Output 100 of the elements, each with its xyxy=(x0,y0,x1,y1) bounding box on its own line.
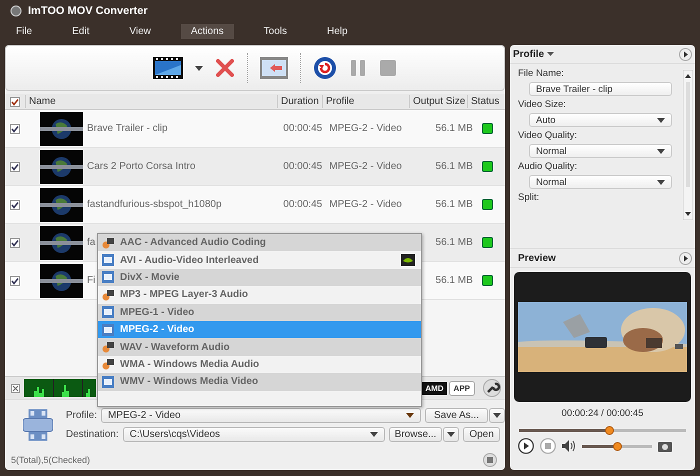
time-display: 00:00:24 / 00:00:45 xyxy=(560,408,644,419)
audio-file-icon xyxy=(102,236,114,249)
close-icon[interactable] xyxy=(215,58,235,78)
caret-icon xyxy=(657,148,665,154)
video-file-icon xyxy=(102,306,114,318)
video-file-icon xyxy=(102,271,114,284)
file-name: Brave Trailer - clip xyxy=(87,123,168,134)
volume-icon[interactable] xyxy=(562,440,576,452)
table-cell-text: 56.1 MB xyxy=(434,199,471,210)
field-label: Profile: xyxy=(66,410,97,421)
column-header[interactable]: Profile xyxy=(322,95,409,108)
menu-item[interactable]: WMV - Windows Media Video xyxy=(98,373,421,391)
video-file-icon xyxy=(102,376,114,388)
slider-thumb[interactable] xyxy=(613,442,622,450)
open-button[interactable]: Open xyxy=(463,427,500,442)
waveform-drawing xyxy=(24,379,96,397)
caret-icon xyxy=(657,180,665,184)
save-as-button[interactable]: Save As... xyxy=(424,408,488,423)
scrollbar[interactable] xyxy=(683,70,693,220)
menu-item[interactable]: Actions xyxy=(180,24,234,38)
row-checkbox[interactable] xyxy=(10,276,20,286)
audio-file-icon xyxy=(102,288,114,301)
menu-item[interactable]: DivX - Movie xyxy=(98,268,421,286)
close-icon[interactable] xyxy=(11,384,20,392)
caret-icon xyxy=(370,432,378,437)
field-label: Video Size: xyxy=(518,99,567,110)
table-cell-text: 00:00:45 xyxy=(283,199,324,210)
panel-title[interactable]: Profile xyxy=(513,48,544,60)
column-header[interactable]: Duration xyxy=(277,95,322,108)
column-header[interactable]: Status xyxy=(467,95,503,108)
table-cell-text: 56.1 MB xyxy=(434,123,471,134)
play-icon[interactable] xyxy=(518,438,534,454)
wrench-icon[interactable] xyxy=(483,379,501,397)
dropdown-button[interactable] xyxy=(489,408,505,423)
select-field[interactable]: Normal xyxy=(529,144,672,158)
table-cell-text: 00:00:45 xyxy=(283,161,324,172)
panel-title: Preview xyxy=(518,252,556,264)
menu-item[interactable]: WMA - Windows Media Audio xyxy=(98,356,421,374)
video-file-icon xyxy=(102,324,114,336)
status-text: 5(Total),5(Checked) xyxy=(11,455,90,465)
caret-icon xyxy=(406,413,414,418)
menu-item[interactable]: Edit xyxy=(62,24,100,38)
column-header[interactable]: Output Size xyxy=(409,95,467,108)
film-icon[interactable] xyxy=(153,57,183,79)
app-badge: APP xyxy=(448,380,475,396)
caret-icon[interactable] xyxy=(195,66,203,70)
row-checkbox[interactable] xyxy=(10,124,20,134)
field-label: Audio Quality: xyxy=(518,161,578,172)
field-label: Destination: xyxy=(66,429,119,440)
profile-dropdown[interactable]: MPEG-2 - Video xyxy=(100,408,421,423)
app-icon xyxy=(10,5,22,17)
menu-item[interactable]: WAV - Waveform Audio xyxy=(98,338,421,356)
field-label: Split: xyxy=(518,192,540,203)
volume-slider[interactable] xyxy=(582,444,652,448)
seek-slider[interactable] xyxy=(519,429,686,432)
menu-item[interactable]: File xyxy=(6,24,42,38)
dropdown-button[interactable] xyxy=(443,427,460,442)
expand-icon[interactable] xyxy=(679,48,692,60)
row-checkbox[interactable] xyxy=(10,162,20,172)
table-cell-text: 56.1 MB xyxy=(434,275,471,286)
slider-thumb[interactable] xyxy=(605,426,614,435)
table-cell-text: 56.1 MB xyxy=(434,161,471,172)
window-title: ImTOO MOV Converter xyxy=(28,5,148,17)
video-file-icon xyxy=(102,254,114,266)
table-cell-text: MPEG-2 - Video xyxy=(329,123,403,134)
select-field[interactable]: Normal xyxy=(529,175,672,189)
convert-icon[interactable] xyxy=(313,56,337,80)
browse-button[interactable]: Browse... xyxy=(388,427,442,442)
audio-file-icon xyxy=(102,341,114,354)
menu-item[interactable]: View xyxy=(119,24,161,38)
destination-field[interactable]: C:\Users\cqs\Videos xyxy=(122,427,385,442)
menu-item[interactable]: MP3 - MPEG Layer-3 Audio xyxy=(98,286,421,304)
file-name: Fi xyxy=(87,275,96,286)
row-checkbox[interactable] xyxy=(10,238,20,248)
menu-item[interactable]: AVI - Audio-Video Interleaved xyxy=(98,251,421,269)
expand-icon[interactable] xyxy=(679,252,692,264)
row-checkbox[interactable] xyxy=(10,200,20,210)
table-cell-text: MPEG-2 - Video xyxy=(329,161,403,172)
caret-icon xyxy=(657,118,665,122)
menu-item[interactable]: MPEG-1 - Video xyxy=(98,304,421,321)
select-all-checkbox[interactable] xyxy=(10,96,20,106)
caret-icon xyxy=(447,432,456,437)
file-name: fastandfurious-sbspot_h1080p xyxy=(87,199,222,210)
field-label: File Name: xyxy=(518,68,565,79)
caret-icon[interactable] xyxy=(547,52,554,56)
table-cell-text: 00:00:45 xyxy=(283,123,324,134)
file-name-field[interactable]: Brave Trailer - clip xyxy=(529,82,672,96)
log-icon[interactable] xyxy=(483,453,497,467)
menu-item[interactable]: AAC - Advanced Audio Coding xyxy=(98,234,421,252)
select-field[interactable]: Auto xyxy=(529,113,672,127)
field-label: Video Quality: xyxy=(518,130,578,141)
snapshot-icon[interactable] xyxy=(658,440,672,452)
column-header[interactable]: Name xyxy=(25,95,277,108)
menu-item[interactable]: Help xyxy=(317,24,358,38)
caret-icon xyxy=(493,413,501,418)
audio-file-icon xyxy=(102,358,114,370)
menu-item[interactable]: Tools xyxy=(254,24,298,38)
gpu-badge-icon xyxy=(401,254,415,266)
film-arrow-icon[interactable] xyxy=(260,57,288,79)
table-cell-text: 56.1 MB xyxy=(434,237,471,248)
